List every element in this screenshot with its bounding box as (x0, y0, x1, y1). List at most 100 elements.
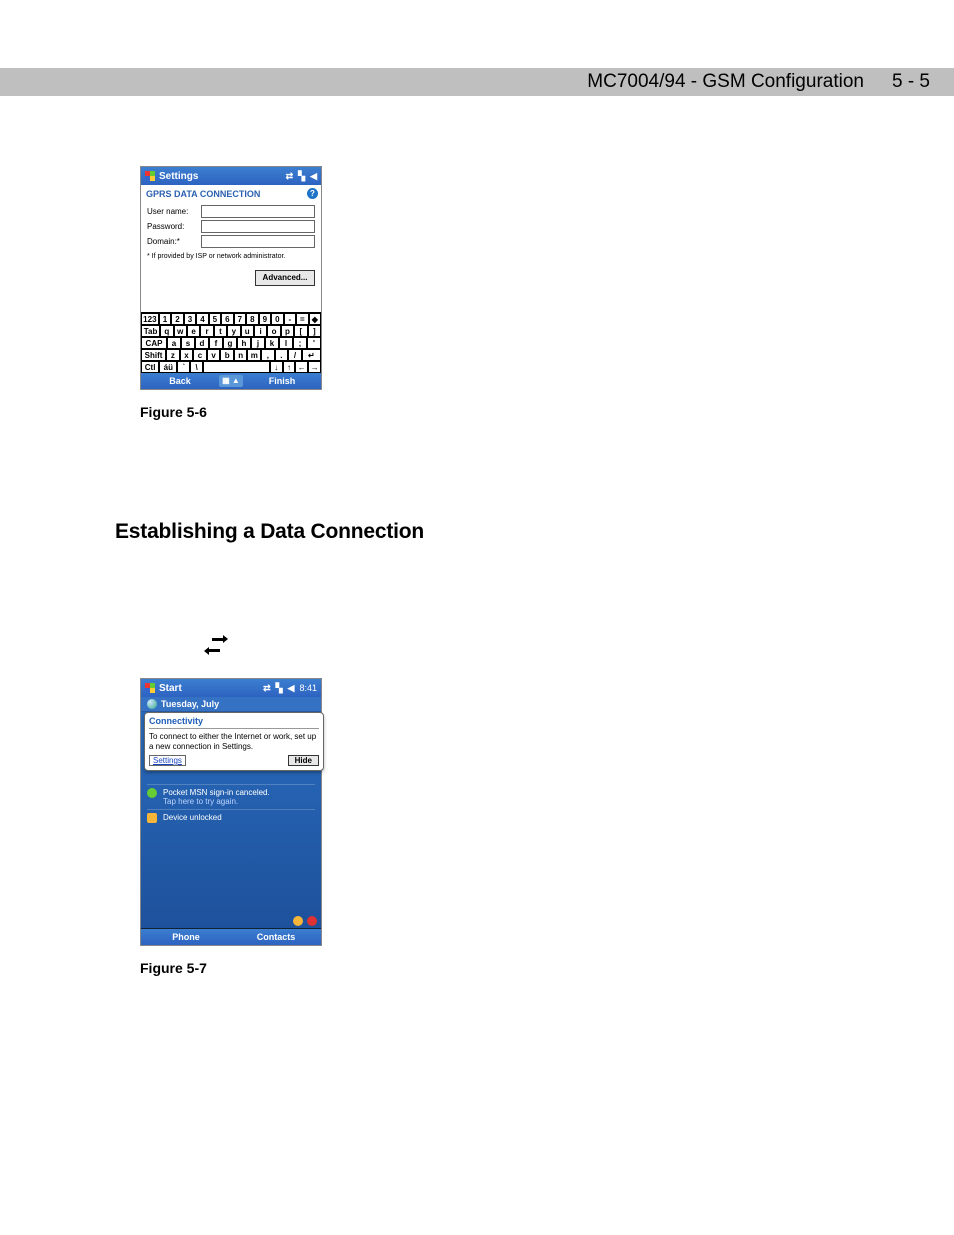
today-item-msn[interactable]: Pocket MSN sign-in canceled. Tap here to… (147, 784, 315, 809)
key-k[interactable]: k (265, 337, 279, 349)
key-Tab[interactable]: Tab (141, 325, 160, 337)
key-`[interactable]: ` (177, 361, 190, 373)
key-\[interactable]: \ (190, 361, 203, 373)
clock: 8:41 (299, 683, 317, 694)
tray-icon-2[interactable] (307, 916, 317, 926)
key-/[interactable]: / (288, 349, 302, 361)
key-w[interactable]: w (174, 325, 187, 337)
key-9[interactable]: 9 (259, 313, 271, 325)
key-d[interactable]: d (195, 337, 209, 349)
key-3[interactable]: 3 (184, 313, 196, 325)
key-áü[interactable]: áü (159, 361, 177, 373)
softkey-bar: Phone Contacts (141, 928, 321, 945)
key-m[interactable]: m (247, 349, 261, 361)
key-=[interactable]: = (296, 313, 308, 325)
soft-keyboard: 1231234567890-=◆ Tabqwertyuiop[] CAPasdf… (141, 312, 321, 373)
connectivity-icon[interactable]: ⇄ (263, 683, 271, 694)
key--[interactable]: - (284, 313, 296, 325)
key-.[interactable]: . (275, 349, 289, 361)
today-item-lock[interactable]: Device unlocked (147, 809, 315, 826)
key-CAP[interactable]: CAP (141, 337, 167, 349)
contacts-softkey[interactable]: Contacts (231, 932, 321, 942)
username-row: User name: (147, 205, 315, 218)
key-0[interactable]: 0 (271, 313, 283, 325)
figure-5-7-caption: Figure 5-7 (140, 960, 875, 976)
key-g[interactable]: g (223, 337, 237, 349)
key-a[interactable]: a (167, 337, 181, 349)
kbd-row-2: Tabqwertyuiop[] (141, 325, 321, 337)
key-v[interactable]: v (207, 349, 221, 361)
key-5[interactable]: 5 (209, 313, 221, 325)
key-↑[interactable]: ↑ (283, 361, 296, 373)
key-,[interactable]: , (261, 349, 275, 361)
key-7[interactable]: 7 (234, 313, 246, 325)
key-↓[interactable]: ↓ (270, 361, 283, 373)
key-'[interactable]: ' (307, 337, 321, 349)
connectivity-icon[interactable]: ⇄ (286, 171, 294, 182)
key-n[interactable]: n (234, 349, 248, 361)
key-123[interactable]: 123 (141, 313, 159, 325)
key-h[interactable]: h (237, 337, 251, 349)
msn-line1: Pocket MSN sign-in canceled. (163, 788, 270, 797)
advanced-button[interactable]: Advanced... (255, 270, 315, 286)
key-↵[interactable]: ↵ (302, 349, 321, 361)
key-i[interactable]: i (254, 325, 267, 337)
signal-icon[interactable]: ▚ (276, 683, 283, 694)
page-subtitle: GPRS DATA CONNECTION ? (141, 185, 321, 202)
key-q[interactable]: q (160, 325, 173, 337)
speaker-icon[interactable]: ◀ (310, 171, 317, 182)
windows-flag-icon[interactable] (145, 683, 155, 693)
key-b[interactable]: b (220, 349, 234, 361)
help-icon[interactable]: ? (307, 188, 318, 199)
figure-5-6-screenshot: Settings ⇄ ▚ ◀ GPRS DATA CONNECTION ? Us… (140, 166, 322, 390)
key-s[interactable]: s (181, 337, 195, 349)
key-l[interactable]: l (279, 337, 293, 349)
key-y[interactable]: y (227, 325, 240, 337)
key-o[interactable]: o (267, 325, 280, 337)
key-4[interactable]: 4 (196, 313, 208, 325)
key-e[interactable]: e (187, 325, 200, 337)
titlebar-label[interactable]: Start (159, 683, 182, 694)
key-r[interactable]: r (200, 325, 213, 337)
domain-field[interactable] (201, 235, 315, 248)
hide-button[interactable]: Hide (288, 755, 319, 766)
tray-icon-1[interactable] (293, 916, 303, 926)
speaker-icon[interactable]: ◀ (288, 683, 295, 694)
key-Shift[interactable]: Shift (141, 349, 166, 361)
figure-5-7-screenshot: Start ⇄ ▚ ◀ 8:41 Tuesday, July Connectiv… (140, 678, 322, 946)
back-button[interactable]: Back (141, 376, 219, 386)
section-heading: Establishing a Data Connection (115, 520, 875, 544)
key-◆[interactable]: ◆ (309, 313, 321, 325)
key-p[interactable]: p (281, 325, 294, 337)
phone-softkey[interactable]: Phone (141, 932, 231, 942)
today-tray (141, 914, 321, 928)
key-→[interactable]: → (308, 361, 321, 373)
key-8[interactable]: 8 (246, 313, 258, 325)
key-x[interactable]: x (180, 349, 194, 361)
msn-line2: Tap here to try again. (163, 797, 270, 806)
key-6[interactable]: 6 (221, 313, 233, 325)
today-date-row[interactable]: Tuesday, July (141, 697, 321, 712)
key-t[interactable]: t (214, 325, 227, 337)
username-field[interactable] (201, 205, 315, 218)
key-Ctl[interactable]: Ctl (141, 361, 159, 373)
key-c[interactable]: c (193, 349, 207, 361)
key-←[interactable]: ← (295, 361, 308, 373)
kbd-row-5: Ctláü`\ ↓↑←→ (141, 361, 321, 373)
msn-icon (147, 788, 157, 798)
sip-toggle-icon[interactable]: ▦ ▲ (219, 375, 243, 387)
key-u[interactable]: u (241, 325, 254, 337)
key-space[interactable] (203, 361, 270, 373)
key-;[interactable]: ; (293, 337, 307, 349)
signal-icon[interactable]: ▚ (298, 171, 305, 182)
finish-button[interactable]: Finish (243, 376, 321, 386)
key-][interactable]: ] (308, 325, 321, 337)
settings-link[interactable]: Settings (149, 755, 186, 766)
key-z[interactable]: z (166, 349, 180, 361)
key-j[interactable]: j (251, 337, 265, 349)
key-[[interactable]: [ (294, 325, 307, 337)
password-field[interactable] (201, 220, 315, 233)
key-f[interactable]: f (209, 337, 223, 349)
key-2[interactable]: 2 (171, 313, 183, 325)
key-1[interactable]: 1 (159, 313, 171, 325)
